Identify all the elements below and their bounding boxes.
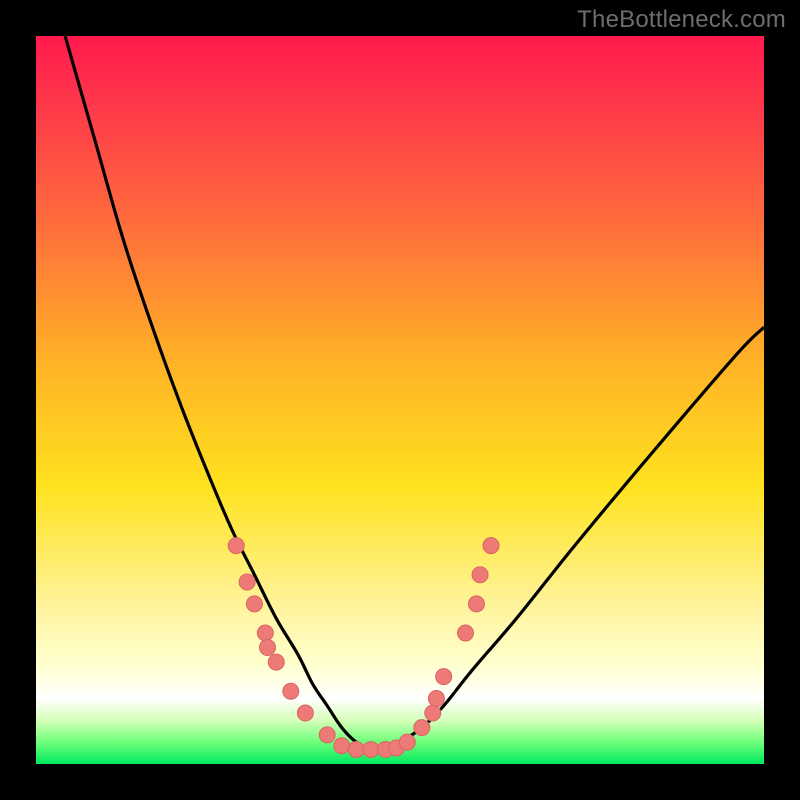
chart-frame: TheBottleneck.com — [0, 0, 800, 800]
sample-point — [239, 574, 255, 590]
sample-point — [283, 683, 299, 699]
sample-point — [319, 727, 335, 743]
sample-point — [334, 738, 350, 754]
sample-point — [428, 690, 444, 706]
sample-point — [458, 625, 474, 641]
sample-point — [399, 734, 415, 750]
sample-point — [483, 538, 499, 554]
sample-point — [472, 567, 488, 583]
sample-point — [257, 625, 273, 641]
sample-point — [268, 654, 284, 670]
sample-point — [436, 669, 452, 685]
watermark-text: TheBottleneck.com — [577, 6, 786, 34]
bottleneck-curve — [65, 36, 764, 750]
sample-point — [414, 720, 430, 736]
sample-point — [425, 705, 441, 721]
sample-point — [260, 640, 276, 656]
sample-point — [348, 741, 364, 757]
sample-point — [246, 596, 262, 612]
sample-point — [363, 741, 379, 757]
sample-points-group — [228, 538, 499, 758]
sample-point — [468, 596, 484, 612]
chart-svg — [36, 36, 764, 764]
sample-point — [297, 705, 313, 721]
plot-area — [36, 36, 764, 764]
sample-point — [228, 538, 244, 554]
